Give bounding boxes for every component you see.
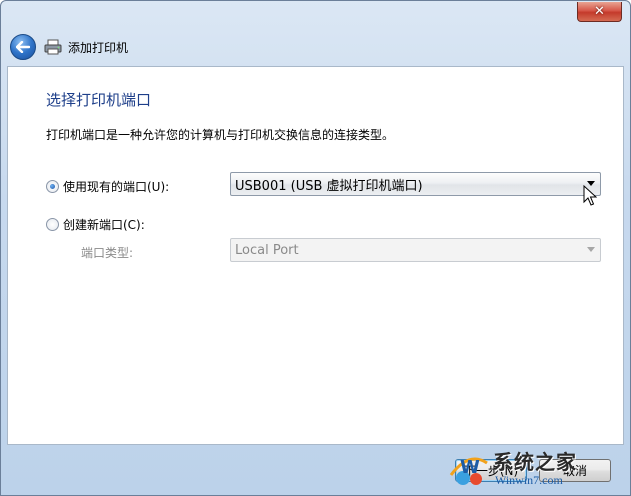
window-title: 添加打印机 <box>68 40 129 55</box>
port-type-value: Local Port <box>235 242 299 258</box>
existing-port-radio[interactable] <box>46 180 59 193</box>
back-button[interactable] <box>10 34 36 60</box>
printer-icon <box>44 39 62 55</box>
port-type-label: 端口类型: <box>81 246 134 260</box>
watermark: W 系统之家 Winwin7.com <box>447 446 625 492</box>
content-panel: 选择打印机端口 打印机端口是一种允许您的计算机与打印机交换信息的连接类型。 使用… <box>7 66 624 445</box>
new-port-option[interactable]: 创建新端口(C): <box>46 216 145 233</box>
existing-port-select[interactable]: USB001 (USB 虚拟打印机端口) <box>230 172 601 196</box>
existing-port-option[interactable]: 使用现有的端口(U): <box>46 178 169 195</box>
existing-port-value: USB001 (USB 虚拟打印机端口) <box>235 178 423 194</box>
nav-bar: 添加打印机 <box>7 29 624 65</box>
new-port-radio[interactable] <box>46 218 59 231</box>
watermark-sub-text: Winwin7.com <box>495 473 563 487</box>
page-title: 选择打印机端口 <box>46 91 152 109</box>
back-arrow-icon <box>16 41 30 53</box>
page-description: 打印机端口是一种允许您的计算机与打印机交换信息的连接类型。 <box>46 128 395 142</box>
chevron-down-icon <box>587 247 595 252</box>
close-button[interactable]: ✕ <box>577 2 622 22</box>
close-icon: ✕ <box>594 4 605 19</box>
mouse-cursor-icon <box>583 185 597 206</box>
watermark-logo-letter: W <box>460 457 480 478</box>
winwin7-logo-icon: W <box>449 457 488 485</box>
port-type-select: Local Port <box>230 238 601 262</box>
new-port-label: 创建新端口(C): <box>63 218 145 232</box>
watermark-main-text: 系统之家 <box>493 450 577 474</box>
existing-port-label: 使用现有的端口(U): <box>63 180 170 194</box>
